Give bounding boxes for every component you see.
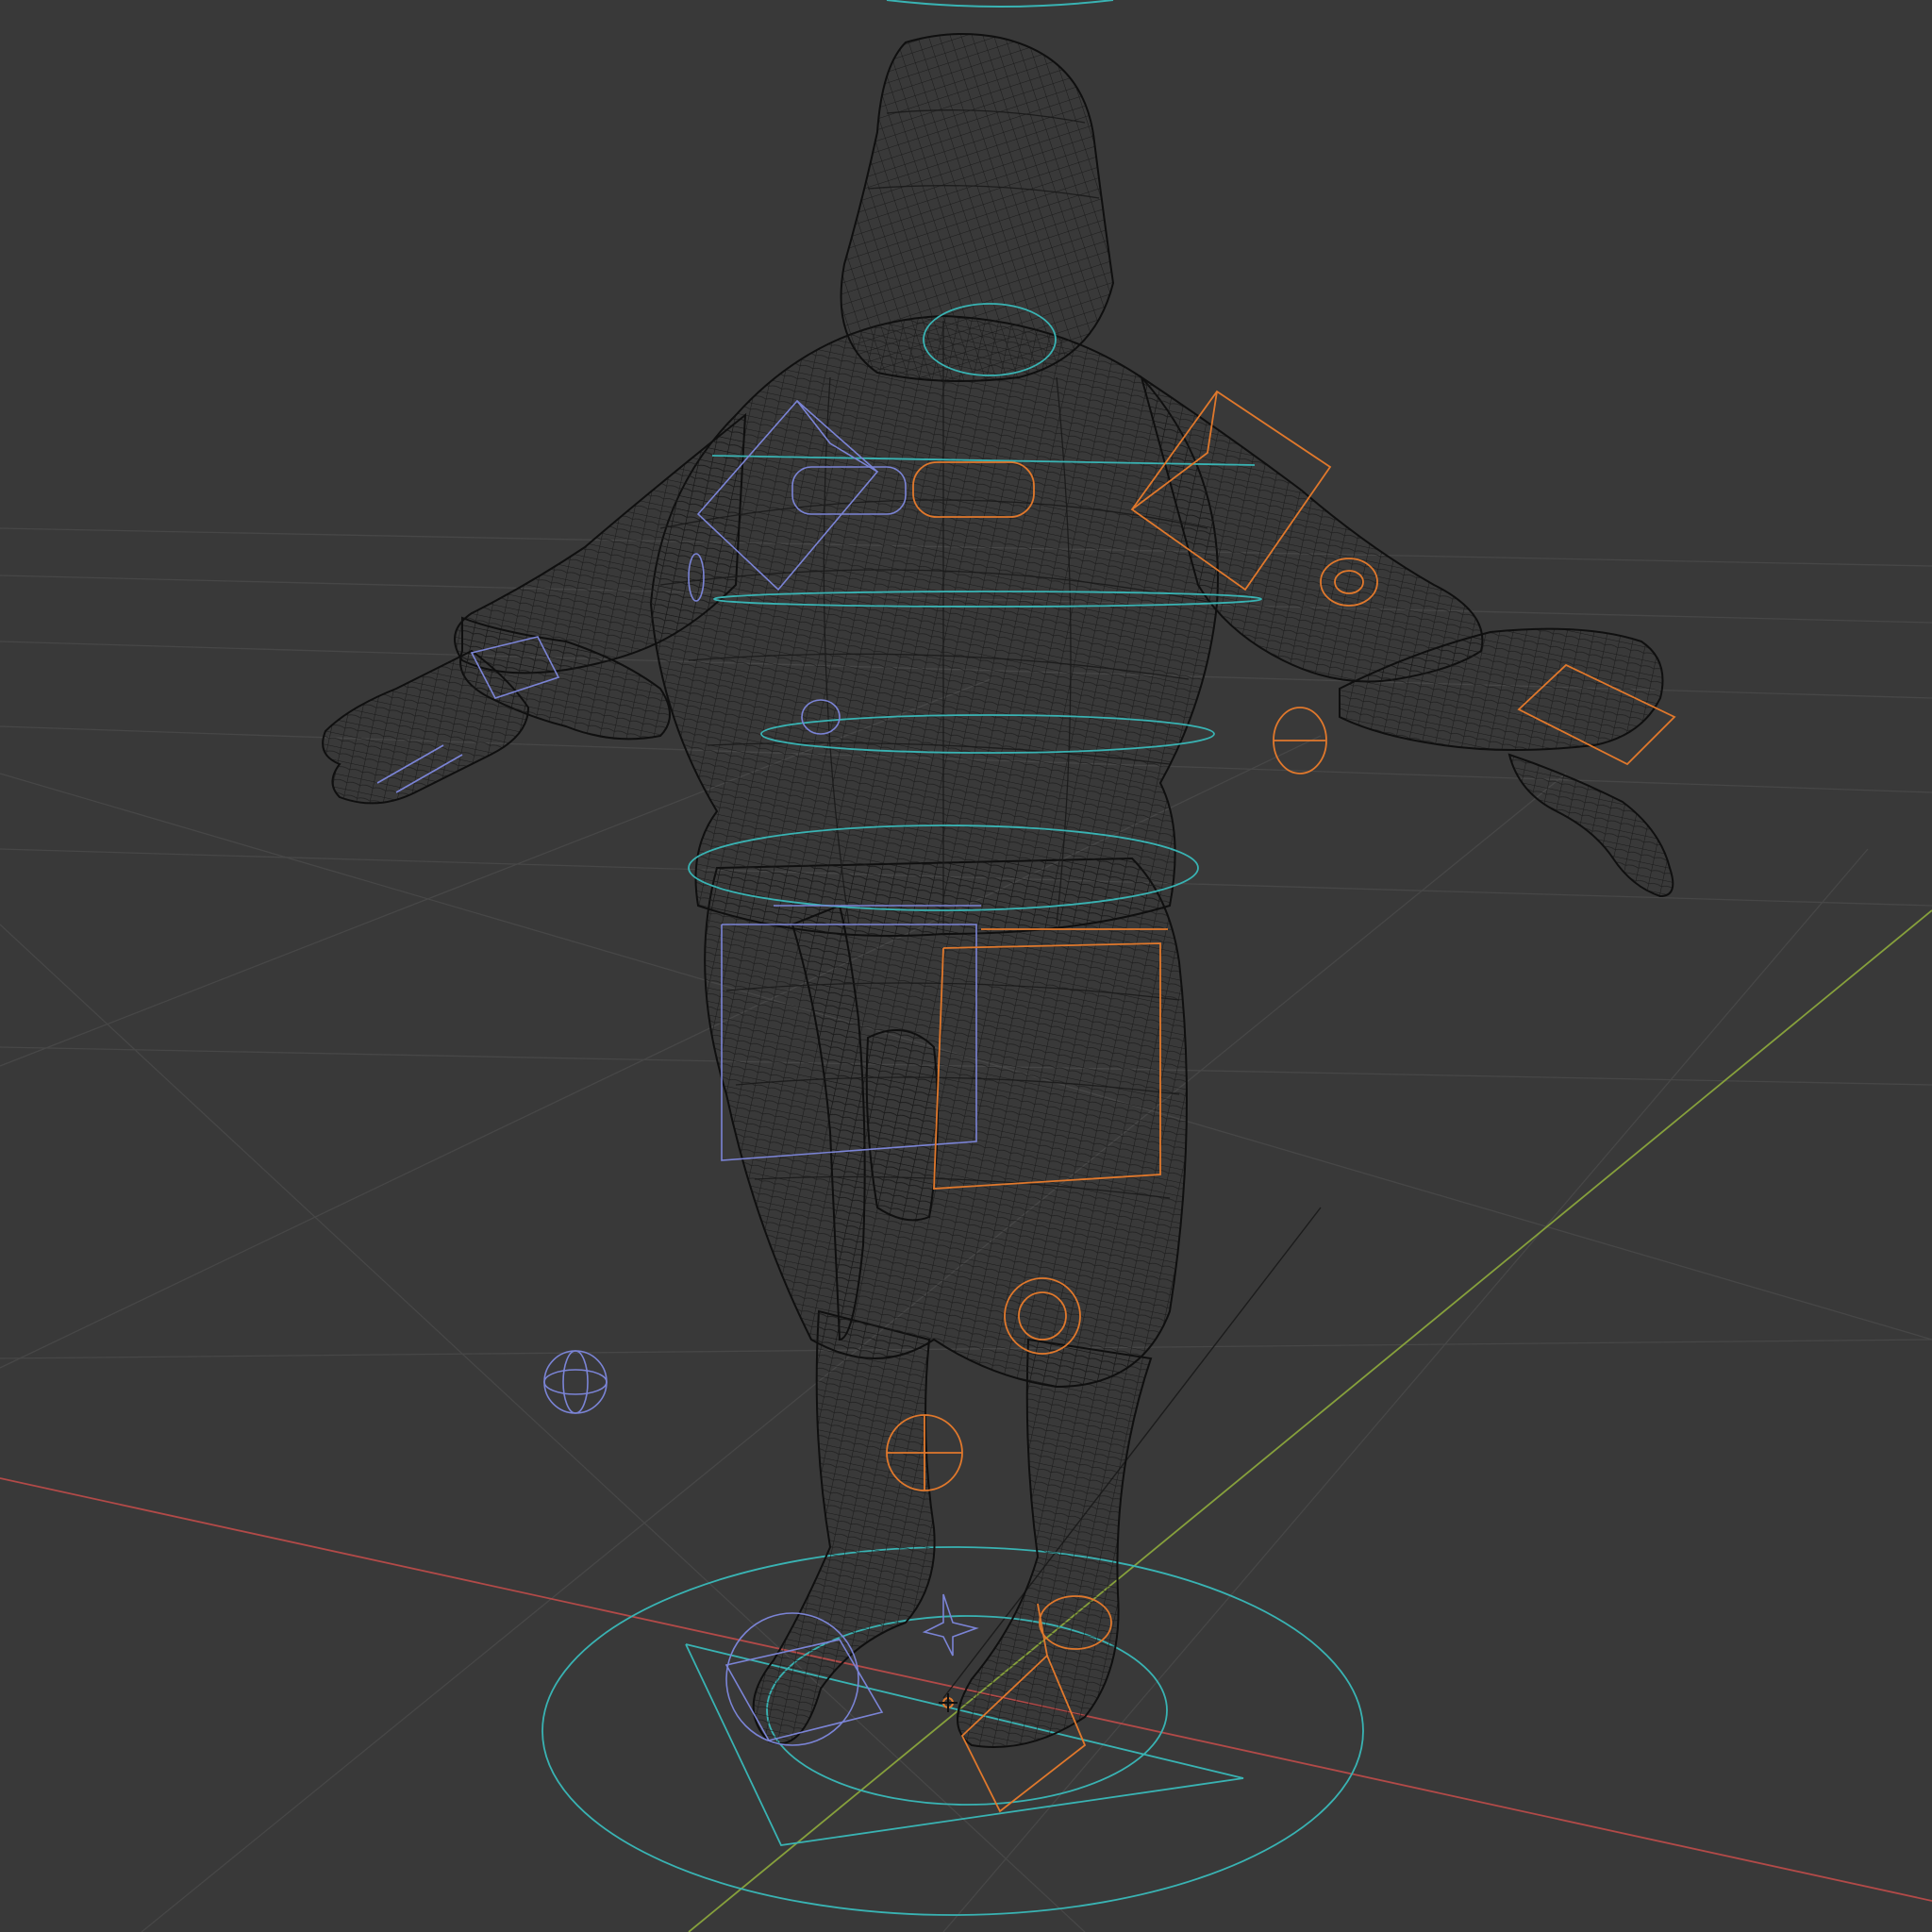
left-knee-control[interactable] [543,1350,608,1414]
pouch-mesh [867,1030,938,1220]
head-ring-control[interactable] [886,0,1114,8]
shorts-mesh [705,858,1187,1387]
right-leg-mesh [958,1340,1151,1747]
left-hand-mesh [323,651,528,803]
left-foot-pivot[interactable] [922,1593,979,1657]
3d-viewport[interactable] [0,0,1932,1932]
character-mesh[interactable] [323,34,1673,1747]
viewport-canvas[interactable] [0,0,1932,1932]
hood-mesh [841,34,1113,381]
root-control[interactable] [541,1546,1364,1916]
right-hand-mesh [1509,755,1673,896]
left-leg-mesh [754,1311,935,1743]
